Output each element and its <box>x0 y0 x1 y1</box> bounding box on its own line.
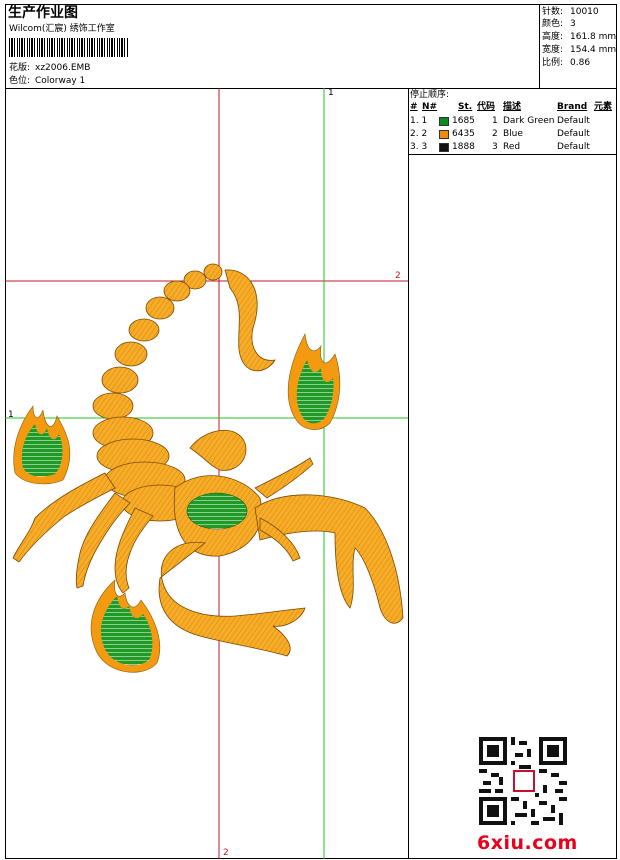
site-watermark: 6xiu.com <box>477 832 578 854</box>
stitch-count: 10010 <box>570 7 599 17</box>
color-swatch <box>439 130 449 139</box>
design-width: 154.4 mm <box>570 45 617 55</box>
design-filename: xz2006.EMB <box>35 63 91 73</box>
stat-label: 针数: <box>542 7 564 17</box>
seal-icon <box>513 770 535 792</box>
row-code: 2 <box>492 129 498 139</box>
flame-bottom <box>90 579 161 673</box>
row-brand: Default <box>557 129 590 139</box>
color-swatch <box>439 143 449 152</box>
company-name: Wilcom(汇宸) 绣饰工作室 <box>9 24 115 34</box>
stop-sequence-title: 停止顺序: <box>410 90 450 100</box>
row-index: 1. 1 <box>410 116 428 126</box>
flame-right <box>287 333 341 430</box>
stat-label: 宽度: <box>542 45 564 55</box>
colorway-label: 色位: <box>9 76 31 86</box>
col-description: 描述 <box>503 102 522 112</box>
sheet-title: 生产作业图 <box>8 5 78 21</box>
col-code: 代码 <box>477 102 496 112</box>
row-brand: Default <box>557 116 590 126</box>
design-height: 161.8 mm <box>570 32 617 42</box>
guide-label-green-left: 1 <box>8 410 14 420</box>
scorpion-illustration <box>12 263 404 657</box>
row-stitches: 1685 <box>452 116 475 126</box>
row-code: 3 <box>492 142 498 152</box>
guide-label-red-right: 2 <box>395 271 401 281</box>
design-scale: 0.86 <box>570 58 591 68</box>
row-index: 2. 2 <box>410 129 428 139</box>
panel-divider <box>408 88 409 859</box>
row-description: Dark Green <box>503 116 555 126</box>
table-bottom-rule <box>408 154 617 155</box>
stat-label: 颜色: <box>542 19 564 29</box>
stat-label: 比例: <box>542 58 564 68</box>
stats-divider <box>539 4 540 88</box>
design-label: 花版: <box>9 63 31 73</box>
row-code: 1 <box>492 116 498 126</box>
row-description: Blue <box>503 129 523 139</box>
color-swatch <box>439 117 449 126</box>
row-stitches: 6435 <box>452 129 475 139</box>
design-canvas <box>5 88 408 859</box>
stat-label: 高度: <box>542 32 564 42</box>
scorpion-head-spot <box>186 492 248 530</box>
barcode-icon <box>9 38 129 57</box>
row-index: 3. 3 <box>410 142 428 152</box>
col-brand: Brand <box>557 102 588 112</box>
color-count: 3 <box>570 19 576 29</box>
col-element: 元素 <box>594 102 613 112</box>
guide-label-green-top: 1 <box>328 88 334 98</box>
col-needle: N# <box>422 102 438 112</box>
colorway-value: Colorway 1 <box>35 76 86 86</box>
row-brand: Default <box>557 142 590 152</box>
guide-label-red-bottom: 2 <box>223 848 229 858</box>
col-hash: # <box>410 102 418 112</box>
row-description: Red <box>503 142 521 152</box>
row-stitches: 1888 <box>452 142 475 152</box>
col-stitches: St. <box>458 102 473 112</box>
